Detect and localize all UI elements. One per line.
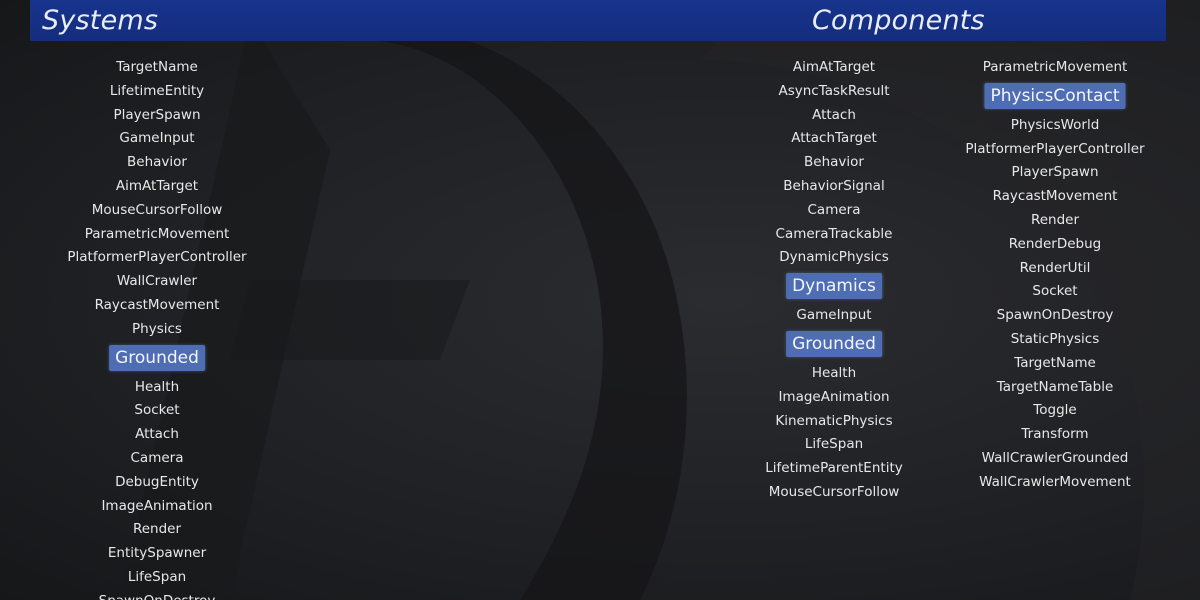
list-item: PhysicsWorld bbox=[1010, 116, 1100, 133]
list-item: Render bbox=[132, 521, 182, 538]
list-item: GameInput bbox=[119, 130, 195, 147]
header-bar bbox=[30, 0, 1166, 41]
list-item: TargetName bbox=[1014, 354, 1096, 371]
list-item: Transform bbox=[1021, 426, 1089, 443]
list-item: BehaviorSignal bbox=[783, 178, 885, 194]
list-item: EntitySpawner bbox=[107, 545, 207, 562]
list-item: RaycastMovement bbox=[992, 188, 1118, 205]
list-item: Toggle bbox=[1033, 402, 1077, 419]
list-item: ImageAnimation bbox=[101, 497, 213, 514]
list-item: TargetNameTable bbox=[996, 378, 1114, 395]
list-item: RaycastMovement bbox=[94, 297, 220, 313]
list-item: GameInput bbox=[796, 307, 872, 324]
list-item: Behavior bbox=[804, 154, 864, 171]
list-item: PlayerSpawn bbox=[113, 106, 201, 123]
list-item: AsyncTaskResult bbox=[778, 82, 890, 99]
list-item: Health bbox=[811, 365, 857, 381]
list-item: WallCrawlerGrounded bbox=[981, 450, 1129, 466]
list-item: AimAtTarget bbox=[792, 59, 876, 75]
list-item: LifetimeParentEntity bbox=[765, 460, 903, 477]
list-item: PlayerSpawn bbox=[1011, 164, 1099, 181]
list-item: Behavior bbox=[127, 154, 187, 171]
list-item-highlighted: Dynamics bbox=[786, 273, 882, 300]
list-item: Camera bbox=[130, 450, 184, 466]
list-item: RenderDebug bbox=[1008, 235, 1102, 252]
list-item-highlighted: PhysicsContact bbox=[984, 82, 1126, 109]
list-item: Render bbox=[1030, 212, 1080, 228]
list-item: CameraTrackable bbox=[775, 225, 893, 242]
list-item: ParametricMovement bbox=[982, 59, 1128, 75]
components-heading: Components bbox=[812, 5, 985, 36]
list-item: DynamicPhysics bbox=[779, 249, 889, 266]
list-item: ImageAnimation bbox=[778, 388, 890, 405]
slide: Systems Components TargetName LifetimeEnt… bbox=[0, 0, 1200, 600]
list-item: Health bbox=[134, 378, 180, 395]
list-item: TargetName bbox=[116, 59, 198, 75]
list-item: Socket bbox=[134, 402, 180, 419]
list-item: Socket bbox=[1032, 283, 1078, 300]
list-item: PlatformerPlayerController bbox=[67, 249, 247, 266]
list-item: WallCrawler bbox=[116, 273, 198, 290]
list-item: Attach bbox=[135, 426, 179, 443]
list-item: AttachTarget bbox=[791, 130, 877, 147]
list-item: KinematicPhysics bbox=[775, 412, 893, 429]
list-item: SpawnOnDestroy bbox=[99, 591, 216, 600]
list-item: RenderUtil bbox=[1019, 259, 1091, 276]
list-item: PlatformerPlayerController bbox=[965, 140, 1145, 157]
list-item: MouseCursorFollow bbox=[768, 484, 900, 500]
list-item: LifeSpan bbox=[804, 436, 864, 453]
list-item: DebugEntity bbox=[115, 473, 199, 490]
list-item: Attach bbox=[812, 106, 856, 123]
list-item-highlighted: Grounded bbox=[109, 344, 205, 371]
list-item: StaticPhysics bbox=[1010, 331, 1100, 347]
list-item: WallCrawlerMovement bbox=[979, 473, 1131, 490]
systems-heading: Systems bbox=[42, 5, 159, 36]
list-item: Physics bbox=[132, 320, 182, 337]
list-item: AimAtTarget bbox=[115, 178, 199, 194]
list-item: ParametricMovement bbox=[84, 225, 230, 242]
list-item-highlighted: Grounded bbox=[786, 331, 882, 357]
list-item: MouseCursorFollow bbox=[91, 201, 223, 218]
list-item: LifetimeEntity bbox=[109, 82, 205, 99]
list-item: LifeSpan bbox=[127, 569, 187, 585]
list-item: SpawnOnDestroy bbox=[996, 307, 1114, 324]
list-item: Camera bbox=[807, 201, 861, 218]
